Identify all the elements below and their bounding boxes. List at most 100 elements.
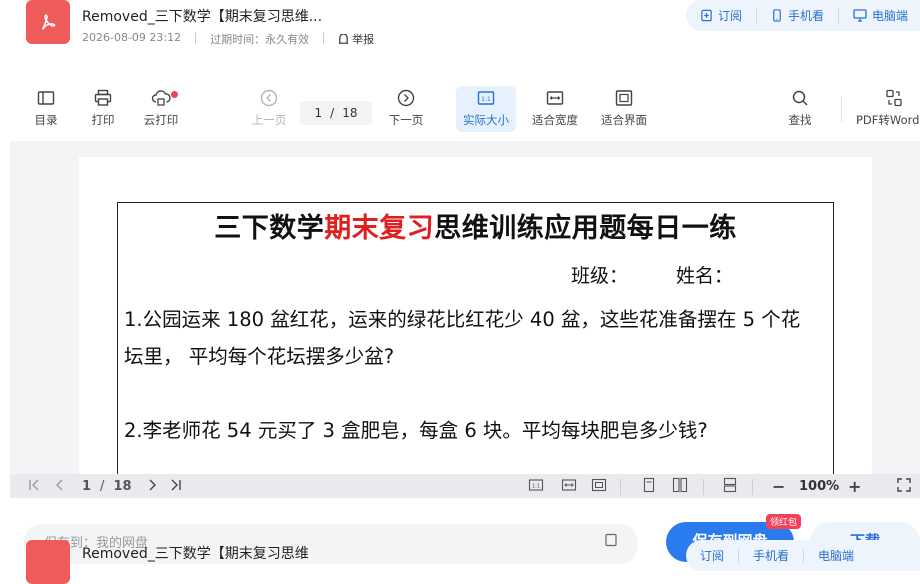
fullscreen-icon: [897, 478, 911, 492]
subscribe-button-dup[interactable]: 订阅: [700, 547, 738, 564]
desktop-label-dup: 电脑端: [818, 549, 855, 563]
report-link[interactable]: 举报: [338, 31, 374, 47]
desktop-button[interactable]: 电脑端: [853, 7, 920, 24]
double-page-view-button[interactable]: [672, 477, 688, 493]
print-button[interactable]: 打印: [73, 88, 133, 128]
expiry-text: 过期时间：永久有效: [210, 33, 310, 46]
actual-size-small-button[interactable]: 1:1: [528, 477, 544, 493]
desktop-label: 电脑端: [872, 9, 909, 23]
scroll-view-button[interactable]: [722, 477, 738, 493]
class-label: 班级：: [571, 265, 629, 287]
first-page-icon: [29, 479, 39, 491]
header-actions: 订阅 手机看 电脑端: [686, 0, 920, 31]
catalog-button[interactable]: 目录: [16, 88, 76, 128]
double-page-icon: [672, 477, 688, 493]
svg-text:1:1: 1:1: [481, 96, 491, 103]
divider: [620, 479, 621, 495]
single-page-view-button[interactable]: [641, 477, 657, 493]
title-highlight: 期末复习: [324, 213, 435, 244]
actual-size-icon: 1:1: [477, 91, 495, 105]
cloud-print-icon: [151, 90, 171, 106]
find-button[interactable]: 查找: [770, 88, 830, 128]
fit-page-button[interactable]: 适合界面: [594, 88, 654, 128]
page-separator: /: [330, 106, 335, 120]
notification-dot: [171, 91, 178, 98]
subscribe-button[interactable]: 订阅: [700, 7, 756, 24]
next-page-label: 下一页: [388, 113, 424, 127]
fit-width-icon: [546, 91, 564, 105]
prev-page-button[interactable]: 上一页: [239, 88, 299, 128]
next-page-small-button[interactable]: [144, 477, 160, 493]
divider: [803, 548, 805, 563]
fit-page-label: 适合界面: [601, 113, 647, 127]
actual-size-button[interactable]: 1:1 实际大小: [456, 86, 516, 132]
fullscreen-button[interactable]: [896, 477, 912, 493]
next-page-button[interactable]: 下一页: [376, 88, 436, 128]
header-actions-dup: 订阅 手机看 电脑端: [686, 540, 920, 571]
zoom-out-button[interactable]: −: [772, 477, 785, 496]
document-meta: 2026-08-09 23:12 过期时间：永久有效 举报: [82, 31, 374, 47]
worksheet-title: 三下数学期末复习思维训练应用题每日一练: [117, 206, 834, 245]
document-title: Removed_三下数学【期末复习思维...: [82, 9, 323, 25]
chevron-right-icon: [149, 479, 156, 491]
print-label: 打印: [91, 113, 115, 127]
zoom-in-button[interactable]: +: [848, 477, 861, 496]
viewer-page-separator: /: [100, 479, 105, 494]
title-suffix: 思维训练应用题每日一练: [434, 213, 737, 244]
name-label: 姓名：: [676, 265, 734, 287]
pdf-file-icon-dup: [26, 540, 70, 584]
printer-icon: [94, 89, 112, 106]
divider: [752, 479, 753, 495]
svg-text:1:1: 1:1: [532, 484, 540, 490]
last-page-button[interactable]: [168, 477, 184, 493]
pdf-logo-icon: [41, 14, 56, 30]
red-packet-badge: 领红包: [766, 514, 802, 529]
catalog-icon: [37, 91, 55, 105]
report-label: 举报: [352, 33, 375, 46]
fit-width-small-icon: [561, 479, 577, 491]
fit-page-small-button[interactable]: [591, 477, 607, 493]
convert-icon: [886, 89, 902, 107]
mobile-view-button-dup[interactable]: 手机看: [753, 547, 803, 564]
pdf-file-icon: [26, 0, 70, 44]
divider: [195, 32, 197, 44]
divider: [703, 479, 704, 495]
viewer-page-indicator[interactable]: 1 / 18: [82, 479, 132, 494]
fit-page-icon: [615, 90, 633, 106]
search-icon: [792, 90, 808, 106]
mobile-label: 手机看: [788, 9, 825, 23]
phone-icon: [773, 9, 781, 22]
cloud-print-label: 云打印: [143, 113, 179, 127]
fit-width-button[interactable]: 适合宽度: [525, 88, 585, 128]
fit-width-label: 适合宽度: [532, 113, 578, 127]
viewer-total-pages: 18: [113, 479, 132, 494]
zoom-level: 100%: [799, 479, 840, 494]
pdf-to-word-label: PDF转Word: [856, 113, 920, 127]
fit-page-small-icon: [591, 478, 607, 492]
folder-icon[interactable]: [604, 532, 618, 551]
find-label: 查找: [788, 113, 812, 127]
divider: [738, 548, 740, 563]
actual-size-label: 实际大小: [463, 113, 509, 127]
cloud-print-button[interactable]: 云打印: [131, 88, 191, 128]
page-number-input[interactable]: 1 / 18: [300, 101, 372, 125]
subscribe-label: 订阅: [718, 9, 743, 23]
prev-page-label: 上一页: [251, 113, 287, 127]
pdf-to-word-button[interactable]: PDF转Word: [856, 88, 920, 128]
report-icon: [339, 33, 349, 44]
divider: [838, 8, 840, 23]
bookmark-plus-icon: [701, 9, 712, 22]
current-page: 1: [314, 106, 323, 120]
last-page-icon: [171, 479, 181, 491]
mobile-view-button[interactable]: 手机看: [771, 7, 838, 24]
desktop-button-dup[interactable]: 电脑端: [818, 547, 868, 564]
prev-page-small-button[interactable]: [52, 477, 68, 493]
title-prefix: 三下数学: [214, 213, 325, 244]
subscribe-label-dup: 订阅: [700, 549, 725, 563]
first-page-button[interactable]: [26, 477, 42, 493]
document-title-dup: Removed_三下数学【期末复习思维: [82, 546, 309, 562]
mobile-label-dup: 手机看: [753, 549, 790, 563]
fit-width-small-button[interactable]: [561, 477, 577, 493]
divider: [756, 8, 758, 23]
single-page-icon: [643, 477, 655, 493]
